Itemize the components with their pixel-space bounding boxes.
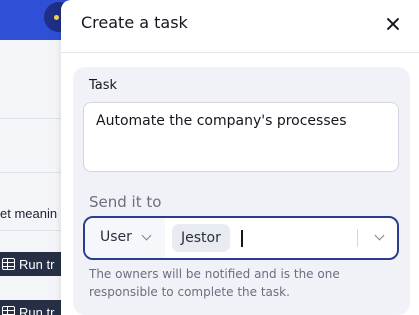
helper-text: The owners will be notified and is the o…	[89, 267, 340, 299]
close-icon[interactable]	[383, 14, 403, 34]
send-to-label: Send it to	[89, 193, 162, 211]
recipient-select[interactable]: User Jestor	[83, 216, 399, 260]
run-button-label: Run tr	[19, 304, 55, 315]
panel-title: Create a task	[81, 13, 188, 32]
panel-header: Create a task	[61, 0, 419, 53]
dropdown-toggle[interactable]	[369, 226, 391, 248]
table-icon	[2, 306, 15, 315]
chevron-down-icon	[374, 230, 385, 241]
background-app: et meanin Run tr Run tr	[0, 0, 74, 315]
task-label: Task	[89, 78, 118, 93]
screen: et meanin Run tr Run tr Create a task Ta…	[0, 0, 419, 315]
recipient-type-value: User	[100, 229, 132, 245]
table-icon	[2, 258, 15, 270]
run-button-label: Run tr	[19, 256, 55, 272]
run-button[interactable]: Run tr	[0, 300, 70, 315]
background-divider	[0, 230, 70, 231]
chevron-down-icon	[141, 230, 152, 241]
task-form-card: Task Automate the company's processes Se…	[73, 67, 410, 315]
background-column-header: et meanin	[0, 206, 58, 221]
recipient-type-select[interactable]: User	[85, 218, 165, 258]
background-divider	[0, 118, 70, 119]
task-textarea[interactable]: Automate the company's processes	[83, 102, 399, 172]
run-button[interactable]: Run tr	[0, 252, 70, 276]
select-divider	[357, 229, 358, 247]
recipient-tag[interactable]: Jestor	[172, 224, 230, 252]
background-divider	[0, 172, 70, 173]
text-caret	[241, 230, 243, 247]
create-task-panel: Create a task Task Automate the company'…	[61, 0, 419, 315]
